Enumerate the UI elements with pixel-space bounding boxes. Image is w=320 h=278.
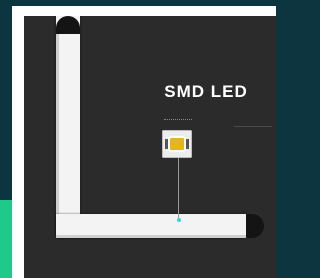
base-end-cap xyxy=(246,214,264,238)
arm-end-cap xyxy=(56,16,80,34)
smd-led-chip-icon xyxy=(162,130,192,158)
divider-line xyxy=(234,126,272,127)
vertical-lamp-arm xyxy=(56,16,80,238)
dotted-rule xyxy=(164,119,192,120)
led-indicator-dot xyxy=(177,218,181,222)
horizontal-lamp-base xyxy=(56,214,264,238)
callout-line xyxy=(178,154,179,218)
product-image: SMD LED xyxy=(24,16,276,278)
feature-title: SMD LED xyxy=(164,82,248,101)
